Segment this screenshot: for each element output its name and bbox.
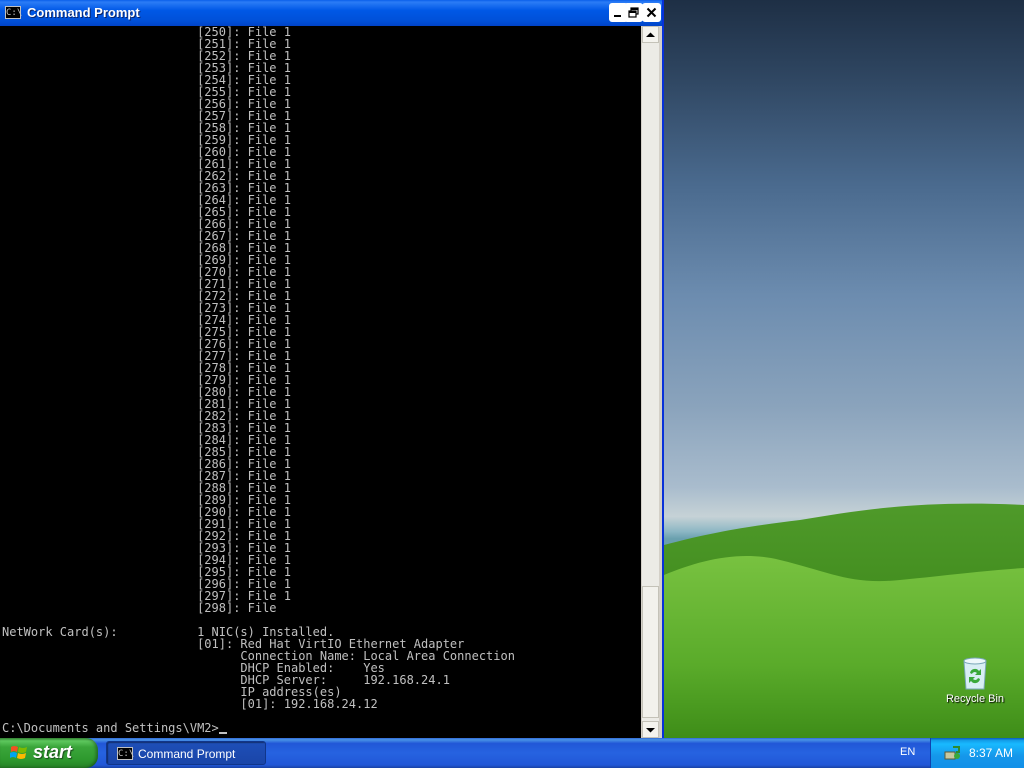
console-output[interactable]: [250]: File 1 [251]: File 1 [252]: File …	[0, 26, 641, 738]
scroll-thumb[interactable]	[642, 586, 659, 718]
command-prompt-line: C:\Documents and Settings\VM2>	[2, 721, 219, 735]
taskbar-item-label: Command Prompt	[138, 747, 236, 761]
close-button[interactable]	[642, 3, 661, 22]
restore-icon	[628, 7, 639, 18]
console-line-network: [01]: 192.168.24.12	[240, 697, 378, 711]
vertical-scrollbar[interactable]	[641, 26, 659, 738]
minimize-icon	[614, 15, 621, 17]
taskbar: start C:\ Command Prompt EN 8:37 AM	[0, 738, 1024, 768]
language-indicator[interactable]: EN	[900, 746, 915, 758]
console-text: [250]: File 1 [251]: File 1 [252]: File …	[0, 26, 641, 734]
text-cursor	[218, 732, 227, 734]
start-button[interactable]: start	[0, 738, 98, 768]
close-icon	[646, 7, 657, 18]
command-prompt-window[interactable]: C:\ Command Prompt [250]: File 1 [251]: …	[0, 0, 664, 738]
recycle-bin[interactable]: Recycle Bin	[944, 655, 1006, 705]
window-title: Command Prompt	[27, 5, 140, 20]
title-bar[interactable]: C:\ Command Prompt	[0, 0, 662, 26]
system-tray: 8:37 AM	[930, 738, 1024, 768]
recycle-bin-icon	[963, 657, 987, 690]
command-prompt-icon: C:\	[5, 6, 23, 19]
restore-button[interactable]	[624, 3, 643, 22]
console-line-file: [298]: File	[197, 601, 277, 615]
arrow-down-icon	[646, 727, 655, 732]
start-label: start	[33, 742, 73, 762]
scroll-up-button[interactable]	[642, 26, 659, 43]
command-prompt-icon: C:\	[117, 747, 135, 760]
taskbar-item-command-prompt[interactable]: C:\ Command Prompt	[106, 741, 266, 765]
clock[interactable]: 8:37 AM	[969, 746, 1013, 760]
recycle-bin-label: Recycle Bin	[945, 693, 1005, 705]
safely-remove-hardware-icon[interactable]	[943, 744, 961, 762]
scroll-down-button[interactable]	[642, 721, 659, 738]
arrow-up-icon	[646, 32, 655, 37]
windows-logo-icon	[10, 746, 27, 759]
